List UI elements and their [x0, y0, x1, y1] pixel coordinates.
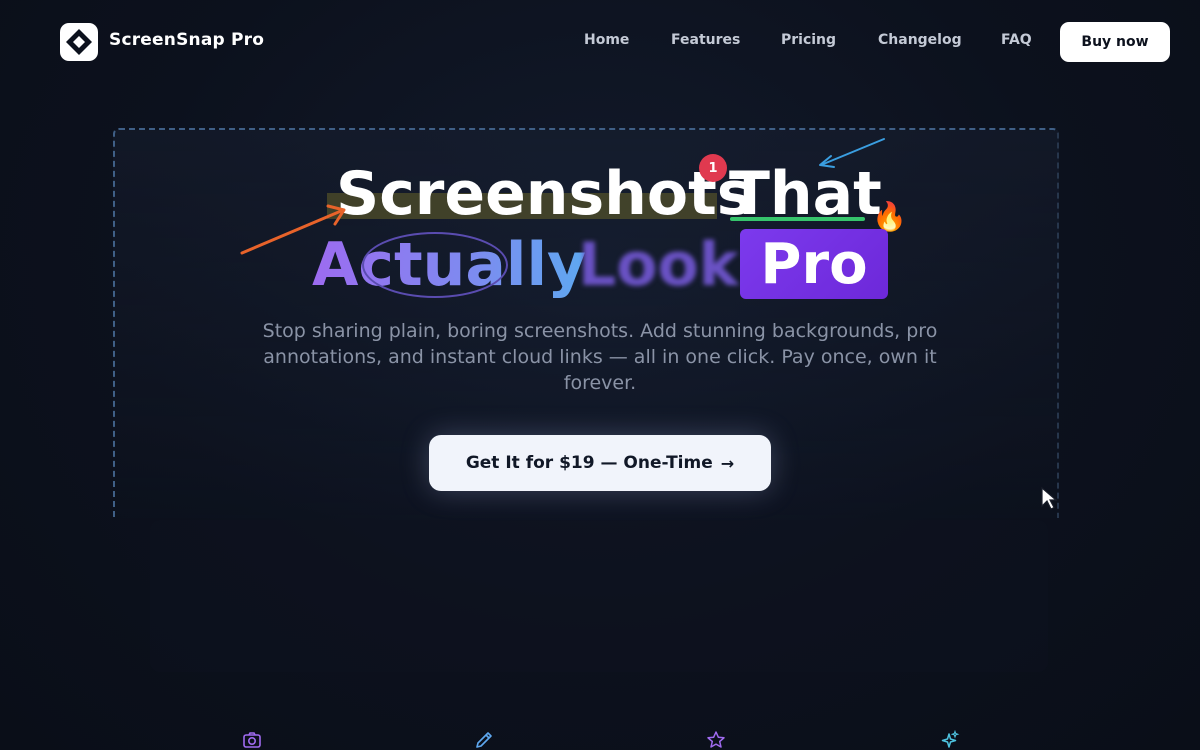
arrow-right-icon: → — [720, 453, 735, 473]
step-badge: 1 — [699, 154, 727, 182]
pro-highlight-box: Pro — [740, 229, 888, 299]
brand-name[interactable]: ScreenSnap Pro — [109, 30, 264, 50]
nav-link-faq[interactable]: FAQ — [1001, 32, 1032, 48]
ellipse-annotation — [362, 232, 508, 298]
hero-subtitle: Stop sharing plain, boring screenshots. … — [262, 320, 938, 394]
sparkles-icon — [941, 730, 960, 748]
blue-arrow-icon — [819, 138, 885, 168]
nav-link-pricing[interactable]: Pricing — [781, 32, 836, 48]
get-it-cta-button[interactable]: Get It for $19 — One-Time → — [429, 435, 771, 491]
nav-link-changelog[interactable]: Changelog — [878, 32, 962, 48]
underline-mark — [730, 217, 865, 221]
headline-word-look: Look — [578, 230, 739, 300]
pencil-icon — [476, 732, 492, 748]
logo[interactable] — [60, 23, 98, 61]
buy-now-button[interactable]: Buy now — [1060, 22, 1170, 62]
headline-word-screenshots: Screenshots — [336, 159, 753, 229]
preview-panel — [150, 520, 1048, 672]
headline-word-pro: Pro — [760, 231, 868, 297]
camera-icon — [243, 732, 261, 748]
mouse-cursor-icon — [1041, 486, 1058, 510]
star-icon — [707, 731, 725, 748]
diamond-logo-icon — [66, 29, 92, 55]
top-nav: ScreenSnap Pro Home Features Pricing Cha… — [0, 0, 1200, 82]
nav-link-home[interactable]: Home — [584, 32, 629, 48]
nav-link-features[interactable]: Features — [671, 32, 740, 48]
orange-arrow-icon — [240, 204, 346, 255]
cta-label: Get It for $19 — One-Time — [465, 453, 713, 473]
